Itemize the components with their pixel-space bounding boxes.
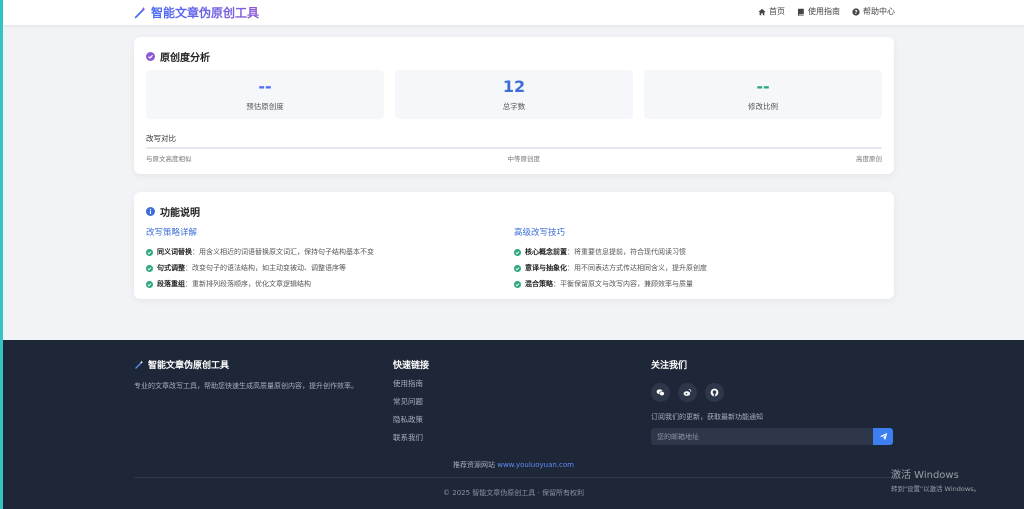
footer-link-privacy[interactable]: 隐私政策 <box>393 414 429 425</box>
footer-link-guide[interactable]: 使用指南 <box>393 378 429 389</box>
footer: 智能文章伪原创工具 专业的文章改写工具，帮助您快速生成高质量原创内容，提升创作效… <box>3 340 1024 509</box>
feature-item: 段落重组：重新排列段落顺序，优化文章逻辑结构 <box>146 276 514 292</box>
email-input[interactable] <box>651 428 873 445</box>
feature-item: 意译与抽象化：用不同表达方式传达相同含义，提升原创度 <box>514 260 882 276</box>
footer-links-heading: 快速链接 <box>393 361 430 371</box>
feature-columns: 改写策略详解 同义词替换：用含义相近的词语替换原文词汇，保持句子结构基本不变 句… <box>146 226 882 292</box>
footer-divider <box>134 477 894 478</box>
top-nav: 首页 使用指南 ? 帮助中心 <box>758 6 895 17</box>
feature-item: 混合策略：平衡保留原文与改写内容，兼顾效率与质量 <box>514 276 882 292</box>
app-title: 智能文章伪原创工具 <box>151 6 260 20</box>
footer-about: 智能文章伪原创工具 专业的文章改写工具，帮助您快速生成高质量原创内容，提升创作效… <box>134 358 358 391</box>
compare-label-original: 高度原创 <box>856 155 882 163</box>
feature-col-strategies: 改写策略详解 同义词替换：用含义相近的词语替换原文词汇，保持句子结构基本不变 句… <box>146 226 514 292</box>
home-icon <box>758 8 766 15</box>
magic-wand-icon <box>135 360 144 369</box>
footer-link-contact[interactable]: 联系我们 <box>393 432 429 443</box>
friend-link[interactable]: www.youluoyuan.com <box>497 461 574 469</box>
question-circle-icon: ? <box>852 7 860 16</box>
stat-modify-ratio-value: -- <box>756 77 770 96</box>
features-title: 功能说明 <box>146 204 200 219</box>
weibo-button[interactable] <box>678 383 697 402</box>
wechat-button[interactable] <box>651 383 670 402</box>
feature-description-card: 功能说明 改写策略详解 同义词替换：用含义相近的词语替换原文词汇，保持句子结构基… <box>134 192 894 299</box>
brand[interactable]: 智能文章伪原创工具 <box>133 4 259 21</box>
weibo-icon <box>683 388 692 396</box>
nav-home-label: 首页 <box>769 7 785 16</box>
check-circle-icon <box>514 264 521 272</box>
analysis-title: 原创度分析 <box>146 49 210 64</box>
check-circle-icon <box>146 264 153 272</box>
github-button[interactable] <box>705 383 724 402</box>
friend-link-row: 推荐资源网站 www.youluoyuan.com <box>3 460 1024 470</box>
feature-col-advanced: 高级改写技巧 核心概念前置：将重要信息提前，符合现代阅读习惯 意译与抽象化：用不… <box>514 226 882 292</box>
wechat-icon <box>656 389 665 396</box>
nav-home[interactable]: 首页 <box>758 6 785 17</box>
nav-guide-label: 使用指南 <box>808 7 840 16</box>
paper-plane-icon <box>879 432 887 441</box>
footer-follow-heading: 关注我们 <box>651 361 688 371</box>
footer-link-faq[interactable]: 常见问题 <box>393 396 429 407</box>
compare-label-similar: 与原文高度相似 <box>146 155 192 163</box>
feature-item: 句式调整：改变句子的语法结构，如主动变被动、调整语序等 <box>146 260 514 276</box>
compare-labels: 与原文高度相似 中等原创度 高度原创 <box>146 153 882 163</box>
nav-help[interactable]: ? 帮助中心 <box>852 6 895 17</box>
originality-analysis-card: 原创度分析 -- 预估原创度 12 总字数 -- 修改比例 改写对比 与原文高度… <box>134 37 894 174</box>
windows-activation-watermark: 激活 Windows 转到"设置"以激活 Windows。 <box>891 466 980 493</box>
social-links <box>651 383 893 402</box>
footer-follow: 关注我们 订阅我们的更新，获取最新功能通知 <box>651 358 893 445</box>
github-icon <box>710 388 719 397</box>
watermark-title: 激活 Windows <box>891 470 959 481</box>
footer-description: 专业的文章改写工具，帮助您快速生成高质量原创内容，提升创作效率。 <box>134 382 358 390</box>
footer-quick-links: 快速链接 使用指南 常见问题 隐私政策 联系我们 <box>393 358 429 443</box>
copyright: © 2025 智能文章伪原创工具 · 保留所有权利 <box>443 489 584 497</box>
feature-col-heading: 高级改写技巧 <box>514 228 566 238</box>
footer-brand: 智能文章伪原创工具 <box>134 358 358 371</box>
subscribe-button[interactable] <box>873 428 893 445</box>
check-circle-icon <box>146 248 153 256</box>
stat-originality: -- 预估原创度 <box>146 70 384 119</box>
subscribe-form <box>651 428 893 445</box>
compare-bar <box>146 147 882 149</box>
nav-guide[interactable]: 使用指南 <box>797 6 840 17</box>
stat-word-count-value: 12 <box>502 77 526 96</box>
friend-label: 推荐资源网站 <box>453 461 495 469</box>
top-header: 智能文章伪原创工具 首页 使用指南 ? 帮助中心 <box>3 0 1024 25</box>
stat-modify-ratio-label: 修改比例 <box>748 102 778 111</box>
magic-wand-icon <box>134 6 146 18</box>
watermark-subtitle: 转到"设置"以激活 Windows。 <box>891 485 981 493</box>
book-icon <box>797 8 804 16</box>
feature-item: 同义词替换：用含义相近的词语替换原文词汇，保持句子结构基本不变 <box>146 244 514 260</box>
feature-item: 核心概念前置：将重要信息提前，符合现代阅读习惯 <box>514 244 882 260</box>
subscribe-text: 订阅我们的更新，获取最新功能通知 <box>651 413 763 421</box>
stat-modify-ratio: -- 修改比例 <box>644 70 882 119</box>
nav-help-label: 帮助中心 <box>863 7 895 16</box>
info-circle-icon <box>146 207 155 216</box>
stat-word-count: 12 总字数 <box>395 70 633 119</box>
check-circle-icon <box>514 248 521 256</box>
compare-label-medium: 中等原创度 <box>507 155 541 163</box>
check-circle-icon <box>146 280 153 288</box>
svg-text:?: ? <box>854 10 857 16</box>
stats-row: -- 预估原创度 12 总字数 -- 修改比例 <box>146 70 882 119</box>
stat-word-count-label: 总字数 <box>502 102 526 111</box>
feature-col-heading: 改写策略详解 <box>146 228 198 238</box>
check-circle-icon <box>514 280 521 288</box>
check-circle-icon <box>146 52 155 61</box>
stat-originality-label: 预估原创度 <box>246 102 284 111</box>
stat-originality-value: -- <box>258 77 272 96</box>
compare-title: 改写对比 <box>146 134 176 143</box>
